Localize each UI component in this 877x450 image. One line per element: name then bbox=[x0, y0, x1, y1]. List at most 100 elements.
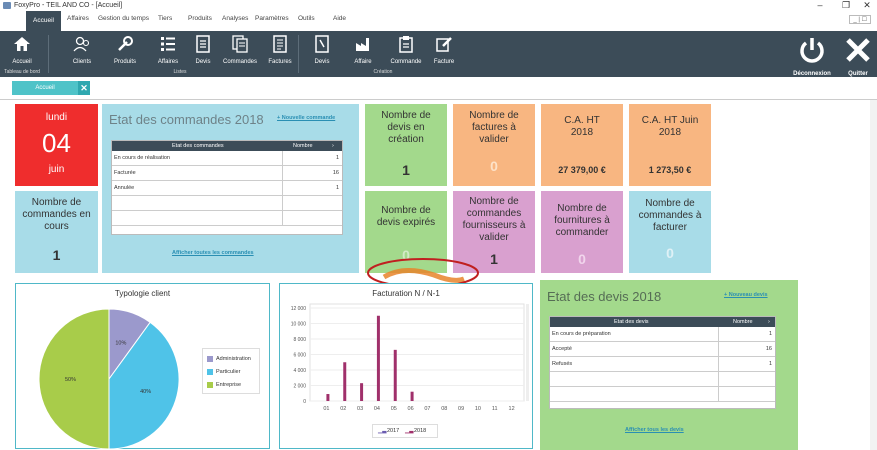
table-row[interactable]: En cours de réalisation 1 bbox=[112, 151, 342, 166]
tile-ca-2018[interactable]: C.A. HT 2018 27 379,00 € bbox=[541, 104, 623, 186]
y-tick-label: 2 000 bbox=[293, 384, 306, 390]
table-row[interactable]: Annulée 1 bbox=[112, 181, 342, 196]
vertical-scrollbar[interactable] bbox=[870, 100, 877, 450]
table-row-empty bbox=[112, 211, 342, 226]
commandes-panel: Etat des commandes 2018 + Nouvelle comma… bbox=[102, 104, 359, 273]
accueil-button[interactable]: Accueil bbox=[2, 35, 42, 65]
maximize-button[interactable]: ❐ bbox=[836, 0, 856, 11]
pie-slice-label: 40% bbox=[140, 389, 151, 395]
create-affaire-button[interactable]: Affaire bbox=[343, 35, 383, 65]
tile-ca-juin[interactable]: C.A. HT Juin 2018 1 273,50 € bbox=[629, 104, 711, 186]
x-tick-label: 05 bbox=[391, 406, 397, 412]
close-icon bbox=[840, 35, 876, 71]
legend-swatch bbox=[207, 356, 213, 362]
devis-table: Etat des devis Nombre › En cours de prép… bbox=[549, 316, 776, 409]
plot-area bbox=[309, 303, 525, 402]
power-icon bbox=[788, 35, 836, 71]
create-devis-button[interactable]: Devis bbox=[302, 35, 342, 65]
month-name: juin bbox=[48, 164, 65, 175]
x-tick-label: 11 bbox=[492, 406, 498, 412]
y-tick-label: 4 000 bbox=[293, 368, 306, 374]
produits-button[interactable]: Produits bbox=[105, 35, 145, 65]
edit-icon bbox=[435, 35, 453, 53]
factory-icon bbox=[354, 35, 372, 53]
deconnexion-button[interactable]: Déconnexion bbox=[788, 35, 836, 77]
table-row[interactable]: En cours de préparation 1 bbox=[550, 327, 775, 342]
list-icon bbox=[159, 35, 177, 53]
ribbon-separator bbox=[48, 35, 49, 73]
menu-accueil[interactable]: Accueil bbox=[26, 11, 61, 31]
bar-chart-box: Facturation N / N-1 02 000 4 000 6 000 8 00… bbox=[279, 283, 533, 449]
menu-outils[interactable]: Outils bbox=[298, 15, 315, 22]
menu-parametres[interactable]: Paramètres bbox=[255, 15, 289, 22]
menu-affaires[interactable]: Affaires bbox=[67, 15, 89, 22]
documents-icon bbox=[231, 35, 249, 53]
tab-close-button[interactable]: ✕ bbox=[78, 81, 90, 95]
menu-gestion-temps[interactable]: Gestion du temps bbox=[98, 15, 149, 22]
day-name: lundi bbox=[45, 112, 68, 123]
x-tick-label: 07 bbox=[424, 406, 430, 412]
factures-button[interactable]: Factures bbox=[260, 35, 300, 65]
menu-analyses[interactable]: Analyses bbox=[222, 15, 248, 22]
close-window-button[interactable]: ✕ bbox=[857, 0, 877, 11]
affaires-button[interactable]: Affaires bbox=[148, 35, 188, 65]
bar-chart-icon: ▁▃ bbox=[378, 428, 387, 434]
bar-2018-04[interactable] bbox=[376, 315, 380, 401]
menu-tiers[interactable]: Tiers bbox=[158, 15, 172, 22]
table-row[interactable]: Accepté 16 bbox=[550, 342, 775, 357]
document-tabs: Accueil ✕ bbox=[0, 77, 877, 100]
bar-legend: ▁▃ 2017 ▁▃ 2018 bbox=[372, 424, 438, 438]
menu-produits[interactable]: Produits bbox=[188, 15, 212, 22]
table-row[interactable]: Facturée 16 bbox=[112, 166, 342, 181]
afficher-commandes-link[interactable]: Afficher toutes les commandes bbox=[172, 250, 254, 256]
tab-accueil[interactable]: Accueil bbox=[12, 81, 78, 95]
bar-2018-01[interactable] bbox=[326, 394, 330, 401]
bar-2018-02[interactable] bbox=[343, 362, 347, 401]
commandes-button[interactable]: Commandes bbox=[220, 35, 260, 65]
x-tick-label: 04 bbox=[374, 406, 380, 412]
create-facture-button[interactable]: Facture bbox=[424, 35, 464, 65]
tile-commandes-en-cours[interactable]: Nombre de commandes en cours 1 bbox=[15, 191, 98, 273]
chevron-right-icon[interactable]: › bbox=[332, 141, 334, 151]
x-tick-label: 02 bbox=[340, 406, 346, 412]
x-tick-label: 12 bbox=[509, 406, 515, 412]
document-icon bbox=[194, 35, 212, 53]
table-row-empty bbox=[550, 387, 775, 402]
devis-table-header: Etat des devis Nombre › bbox=[550, 317, 775, 327]
create-commande-button[interactable]: Commande bbox=[386, 35, 426, 65]
chart-scrollbar[interactable] bbox=[526, 304, 529, 401]
x-tick-label: 06 bbox=[408, 406, 414, 412]
menu-bar: Accueil Affaires Gestion du temps Tiers … bbox=[0, 11, 877, 31]
mdi-controls[interactable]: _ | ☐ bbox=[849, 15, 871, 24]
table-row-empty bbox=[550, 372, 775, 387]
bar-2018-06[interactable] bbox=[410, 391, 414, 401]
x-tick-label: 01 bbox=[323, 406, 329, 412]
y-tick-label: 6 000 bbox=[293, 353, 306, 359]
tile-factures-valider[interactable]: Nombre de factures à valider 0 bbox=[453, 104, 535, 186]
date-tile: lundi 04 juin bbox=[15, 104, 98, 186]
home-icon bbox=[13, 35, 31, 53]
chevron-right-icon[interactable]: › bbox=[768, 317, 770, 327]
quitter-button[interactable]: Quitter bbox=[840, 35, 876, 77]
tile-fournitures-commander[interactable]: Nombre de fournitures à commander 0 bbox=[541, 191, 623, 273]
menu-aide[interactable]: Aide bbox=[333, 15, 346, 22]
nouvelle-commande-link[interactable]: + Nouvelle commande bbox=[277, 115, 335, 121]
pie-slice-label: 10% bbox=[115, 340, 126, 346]
pie-chart-box: Typologie client 10% 40% 50% Administratio… bbox=[15, 283, 270, 450]
x-tick-label: 09 bbox=[458, 406, 464, 412]
afficher-devis-link[interactable]: Afficher tous les devis bbox=[625, 427, 684, 433]
devis-button[interactable]: Devis bbox=[183, 35, 223, 65]
y-tick-label: 12 000 bbox=[291, 306, 307, 312]
table-row[interactable]: Refusés 1 bbox=[550, 357, 775, 372]
nouveau-devis-link[interactable]: + Nouveau devis bbox=[724, 292, 768, 298]
bar-2018-05[interactable] bbox=[393, 349, 397, 401]
tile-commandes-facturer[interactable]: Nombre de commandes à facturer 0 bbox=[629, 191, 711, 273]
ribbon-separator bbox=[298, 35, 299, 73]
clients-button[interactable]: Clients bbox=[62, 35, 102, 65]
tile-devis-creation[interactable]: Nombre de devis en création 1 bbox=[365, 104, 447, 186]
x-tick-label: 08 bbox=[441, 406, 447, 412]
bar-2018-03[interactable] bbox=[360, 383, 364, 401]
minimize-button[interactable]: – bbox=[810, 0, 830, 11]
commandes-panel-title: Etat des commandes 2018 bbox=[109, 112, 264, 127]
new-quote-icon bbox=[313, 35, 331, 53]
